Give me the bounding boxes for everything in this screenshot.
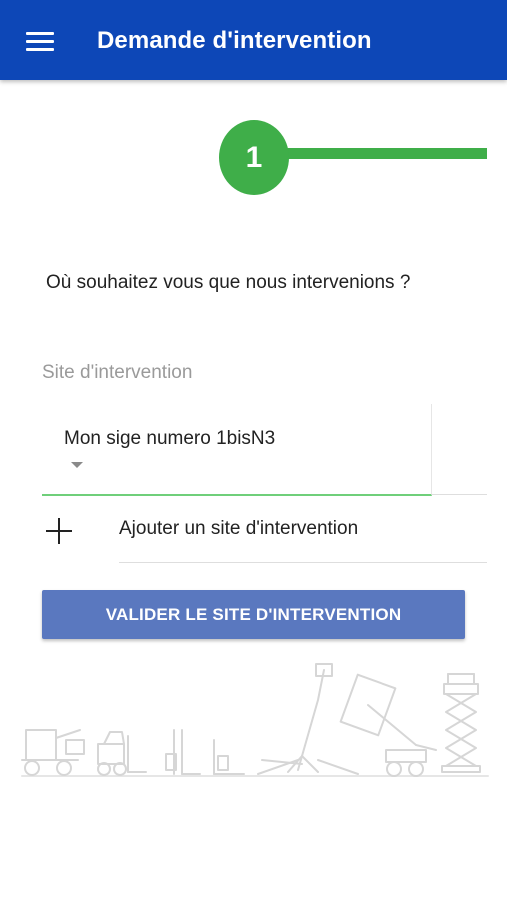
add-site-divider xyxy=(119,562,487,563)
forklift-icon xyxy=(21,729,85,776)
hamburger-menu-icon[interactable] xyxy=(26,30,56,52)
app-screen: Demande d'intervention 1 Où souhaitez vo… xyxy=(0,0,507,900)
site-select[interactable]: Mon sige numero 1bisN3 xyxy=(42,404,432,496)
plus-icon xyxy=(46,518,72,544)
scissor-lift-icon xyxy=(441,673,481,773)
stepper-step-1: 1 xyxy=(219,120,289,195)
dropdown-arrow-icon xyxy=(71,462,83,468)
spider-lift-icon xyxy=(257,663,359,775)
glass-crane-icon xyxy=(339,673,437,777)
field-divider xyxy=(432,494,487,495)
forklift-small-icon xyxy=(97,731,147,776)
page-title: Demande d'intervention xyxy=(97,27,372,54)
site-field-label: Site d'intervention xyxy=(42,362,193,383)
app-bar: Demande d'intervention xyxy=(0,0,507,80)
stacker-icon xyxy=(165,729,201,775)
add-site-button[interactable]: Ajouter un site d'intervention xyxy=(40,498,487,563)
add-site-label: Ajouter un site d'intervention xyxy=(119,518,359,539)
site-select-value: Mon sige numero 1bisN3 xyxy=(64,428,276,449)
pallet-truck-icon xyxy=(213,739,245,775)
validate-site-button[interactable]: VALIDER LE SITE D'INTERVENTION xyxy=(42,590,465,639)
question-text: Où souhaitez vous que nous intervenions … xyxy=(46,272,411,293)
stepper-progress-line xyxy=(270,148,487,159)
machinery-illustration xyxy=(21,663,489,777)
